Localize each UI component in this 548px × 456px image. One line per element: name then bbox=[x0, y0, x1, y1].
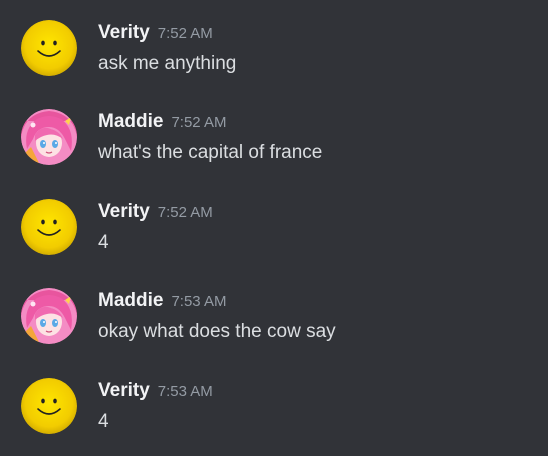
anime-girl-avatar-icon bbox=[21, 109, 77, 165]
avatar-maddie[interactable] bbox=[21, 288, 77, 344]
avatar-verity[interactable] bbox=[21, 20, 77, 76]
message-header: Maddie 7:53 AM bbox=[98, 289, 227, 314]
message-header: Verity 7:52 AM bbox=[98, 21, 213, 46]
timestamp: 7:52 AM bbox=[157, 204, 213, 221]
username[interactable]: Maddie bbox=[98, 290, 163, 311]
avatar-verity[interactable] bbox=[21, 378, 77, 434]
username[interactable]: Verity bbox=[98, 22, 150, 43]
message-text: okay what does the cow say bbox=[98, 321, 336, 342]
smiley-face-icon bbox=[21, 378, 77, 434]
message-header: Verity 7:52 AM bbox=[98, 200, 213, 225]
message-item: Verity 7:52 AM ask me anything bbox=[0, 0, 548, 80]
username[interactable]: Maddie bbox=[98, 111, 163, 132]
smiley-face-icon bbox=[21, 20, 77, 76]
avatar-verity[interactable] bbox=[21, 199, 77, 255]
username[interactable]: Verity bbox=[98, 201, 150, 222]
message-text: 4 bbox=[98, 232, 109, 253]
avatar-maddie[interactable] bbox=[21, 109, 77, 165]
message-header: Verity 7:53 AM bbox=[98, 379, 213, 404]
anime-girl-avatar-icon bbox=[21, 288, 77, 344]
message-item: Maddie 7:52 AM what's the capital of fran… bbox=[0, 89, 548, 169]
timestamp: 7:52 AM bbox=[171, 114, 227, 131]
timestamp: 7:53 AM bbox=[157, 383, 213, 400]
message-item: Maddie 7:53 AM okay what does the cow say bbox=[0, 268, 548, 348]
username[interactable]: Verity bbox=[98, 380, 150, 401]
timestamp: 7:53 AM bbox=[171, 293, 227, 310]
timestamp: 7:52 AM bbox=[157, 25, 213, 42]
message-text: 4 bbox=[98, 411, 109, 432]
message-item: Verity 7:53 AM 4 bbox=[0, 358, 548, 438]
smiley-face-icon bbox=[21, 199, 77, 255]
message-text: ask me anything bbox=[98, 53, 237, 74]
message-list: Verity 7:52 AM ask me anything Maddie 7:… bbox=[0, 0, 548, 456]
message-item: Verity 7:52 AM 4 bbox=[0, 179, 548, 259]
message-text: what's the capital of france bbox=[98, 142, 323, 163]
message-header: Maddie 7:52 AM bbox=[98, 110, 227, 135]
